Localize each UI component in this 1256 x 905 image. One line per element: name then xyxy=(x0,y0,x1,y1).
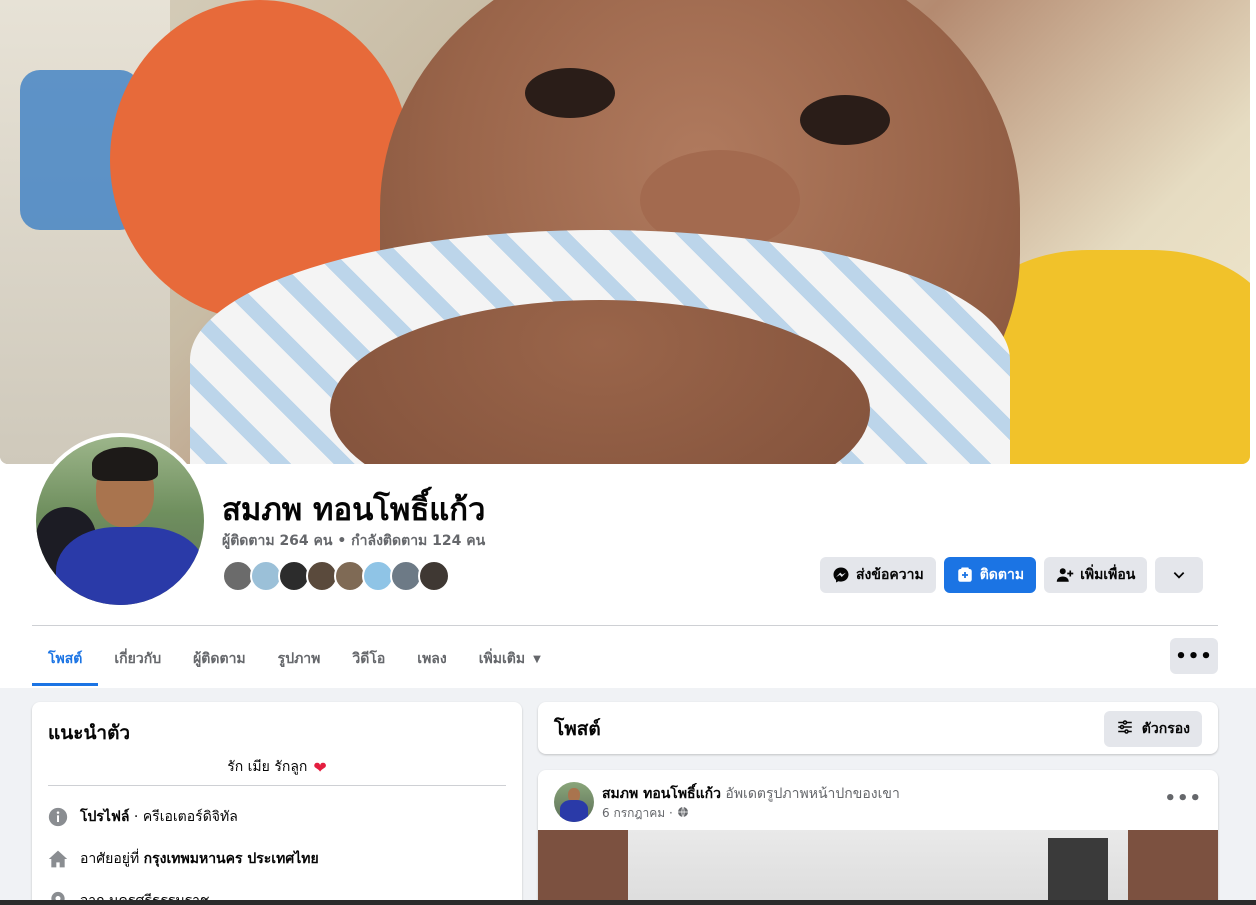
tab-videos-label: วิดีโอ xyxy=(352,651,386,667)
follow-stats[interactable]: ผู้ติดตาม 264 คน • กำลังติดตาม 124 คน xyxy=(222,530,485,552)
intro-profile-row: โปรไฟล์ · ครีเอเตอร์ดิจิทัล xyxy=(48,806,238,828)
profile-avatar[interactable] xyxy=(32,433,208,609)
post-action-text: อัพเดตรูปภาพหน้าปกของเขา xyxy=(720,786,900,802)
intro-lives-row: อาศัยอยู่ที่ กรุงเทพมหานคร ประเทศไทย xyxy=(48,848,319,870)
caret-down-icon: ▼ xyxy=(533,653,541,665)
tab-about[interactable]: เกี่ยวกับ xyxy=(98,632,177,686)
mutual-friends-avatars[interactable] xyxy=(222,560,450,592)
tab-videos[interactable]: วิดีโอ xyxy=(336,632,401,686)
cover-eye-right xyxy=(800,95,890,145)
intro-divider xyxy=(48,785,506,786)
ellipsis-icon: ••• xyxy=(1175,645,1213,667)
intro-profile-text: โปรไฟล์ · ครีเอเตอร์ดิจิทัล xyxy=(80,806,238,828)
cover-eye-left xyxy=(525,68,615,118)
tab-photos[interactable]: รูปภาพ xyxy=(262,632,337,686)
add-friend-button-label: เพิ่มเพื่อน xyxy=(1080,567,1136,583)
message-button-label: ส่งข้อความ xyxy=(856,567,924,583)
mutual-friend-avatar[interactable] xyxy=(418,560,450,592)
posts-title: โพสต์ xyxy=(554,718,601,740)
follow-button[interactable]: ติดตาม xyxy=(943,557,1037,593)
heart-icon: ❤ xyxy=(313,757,327,777)
tab-photos-label: รูปภาพ xyxy=(277,651,321,667)
ellipsis-icon: ••• xyxy=(1164,788,1202,809)
profile-name: สมภพ ทอนโพธิ์แก้ว xyxy=(222,492,486,528)
message-button[interactable]: ส่งข้อความ xyxy=(820,557,936,593)
profile-actions: ส่งข้อความ ติดตาม เพิ่มเพื่อน xyxy=(820,557,1204,593)
post-header-text: สมภพ ทอนโพธิ์แก้ว อัพเดตรูปภาพหน้าปกของเ… xyxy=(602,783,900,805)
post-meta: 6 กรกฎาคม · xyxy=(602,804,689,823)
follow-icon xyxy=(956,566,974,584)
intro-title: แนะนำตัว xyxy=(48,722,131,744)
avatar-hair xyxy=(92,447,158,481)
globe-icon xyxy=(677,806,689,821)
messenger-icon xyxy=(832,566,850,584)
post-photo-content xyxy=(628,830,1128,905)
posts-header-card: โพสต์ ตัวกรอง xyxy=(538,702,1218,754)
header-divider xyxy=(32,625,1218,626)
filter-button[interactable]: ตัวกรอง xyxy=(1103,711,1202,747)
intro-profile-value: · ครีเอเตอร์ดิจิทัล xyxy=(129,809,238,825)
post-date[interactable]: 6 กรกฎาคม · xyxy=(602,804,673,823)
profile-tabs: โพสต์ เกี่ยวกับ ผู้ติดตาม รูปภาพ วิดีโอ … xyxy=(32,632,557,686)
post-photo[interactable] xyxy=(538,830,1218,905)
intro-profile-label[interactable]: โปรไฟล์ xyxy=(80,809,129,825)
tab-followers-label: ผู้ติดตาม xyxy=(193,651,246,667)
intro-lives-text: อาศัยอยู่ที่ กรุงเทพมหานคร ประเทศไทย xyxy=(80,848,319,870)
tab-posts[interactable]: โพสต์ xyxy=(32,632,99,686)
chevron-down-icon xyxy=(1170,566,1188,584)
post-author-name[interactable]: สมภพ ทอนโพธิ์แก้ว xyxy=(602,786,721,802)
intro-card: แนะนำตัว รัก เมีย รักลูก ❤ โปรไฟล์ · ครี… xyxy=(32,702,522,905)
follow-button-label: ติดตาม xyxy=(979,567,1025,583)
add-friend-icon xyxy=(1056,566,1074,584)
add-friend-button[interactable]: เพิ่มเพื่อน xyxy=(1044,557,1148,593)
post-card: สมภพ ทอนโพธิ์แก้ว อัพเดตรูปภาพหน้าปกของเ… xyxy=(538,770,1218,905)
more-actions-button[interactable] xyxy=(1155,557,1204,593)
tab-about-label: เกี่ยวกับ xyxy=(114,651,162,667)
profile-avatar-image xyxy=(36,437,204,605)
filter-icon xyxy=(1116,718,1134,740)
intro-bio-text: รัก เมีย รักลูก xyxy=(227,759,308,775)
tab-posts-label: โพสต์ xyxy=(48,651,83,667)
post-author-avatar[interactable] xyxy=(554,782,594,822)
tab-music-label: เพลง xyxy=(417,651,447,667)
tabs-more-options-button[interactable]: ••• xyxy=(1170,638,1218,674)
avatar-shirt xyxy=(56,527,204,605)
tab-music[interactable]: เพลง xyxy=(401,632,462,686)
post-options-button[interactable]: ••• xyxy=(1164,788,1202,809)
intro-bio: รัก เมีย รักลูก ❤ xyxy=(48,756,506,778)
intro-lives-prefix: อาศัยอยู่ที่ xyxy=(80,851,144,867)
taskbar-edge xyxy=(0,900,1256,905)
info-icon xyxy=(48,807,68,827)
home-icon xyxy=(48,849,68,869)
cover-photo[interactable] xyxy=(0,0,1250,464)
filter-button-label: ตัวกรอง xyxy=(1141,721,1190,737)
tab-more[interactable]: เพิ่มเติม ▼ xyxy=(463,632,557,686)
tab-more-label: เพิ่มเติม xyxy=(478,651,526,667)
intro-lives-value[interactable]: กรุงเทพมหานคร ประเทศไทย xyxy=(144,851,319,867)
tab-followers[interactable]: ผู้ติดตาม xyxy=(177,632,262,686)
